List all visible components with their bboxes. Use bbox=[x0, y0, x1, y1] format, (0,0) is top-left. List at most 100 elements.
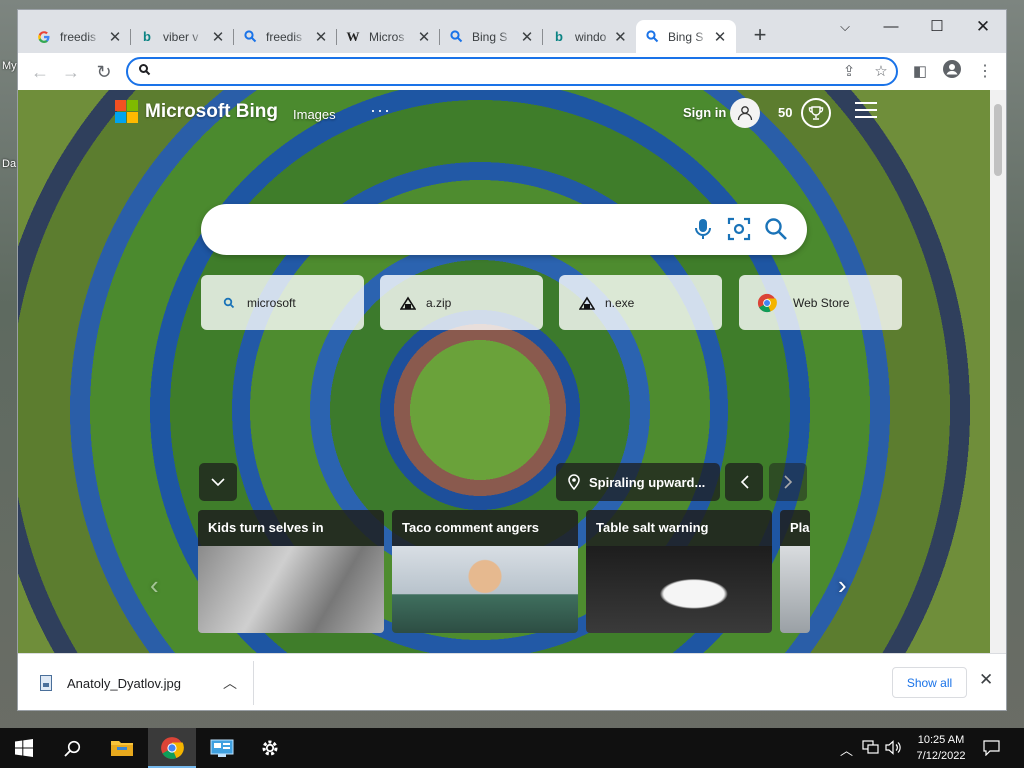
news-card[interactable]: Plan bbox=[780, 510, 810, 633]
browser-toolbar: ← → ↻ ⇪ ☆ ◧ ⋮ bbox=[18, 53, 1006, 90]
tab-active[interactable]: Bing S ✕ bbox=[636, 20, 736, 53]
collapse-feed-button[interactable] bbox=[199, 463, 237, 501]
desktop-icon-label[interactable]: Da bbox=[2, 158, 16, 170]
quick-link-tile[interactable]: n.exe bbox=[559, 275, 722, 330]
nav-more-button[interactable]: ··· bbox=[370, 100, 391, 121]
chrome-taskbar-button[interactable] bbox=[148, 728, 196, 768]
close-icon[interactable]: ✕ bbox=[107, 28, 123, 46]
close-icon[interactable]: ✕ bbox=[613, 28, 628, 46]
bing-search-box[interactable] bbox=[201, 204, 807, 255]
user-avatar-icon[interactable] bbox=[730, 98, 760, 128]
tile-label: microsoft bbox=[247, 295, 296, 310]
quick-link-tile[interactable]: Web Store bbox=[739, 275, 902, 330]
show-all-button[interactable]: Show all bbox=[892, 667, 967, 698]
close-icon[interactable]: ✕ bbox=[210, 28, 226, 46]
news-card[interactable]: Kids turn selves in bbox=[198, 510, 384, 633]
tab-4[interactable]: W Micros ✕ bbox=[337, 22, 440, 51]
file-icon bbox=[577, 293, 597, 313]
bing-icon: b bbox=[555, 29, 563, 44]
download-item[interactable]: Anatoly_Dyatlov.jpg ︿ bbox=[18, 661, 254, 705]
minimize-button[interactable]: — bbox=[868, 14, 914, 40]
reload-button[interactable]: ↻ bbox=[91, 59, 117, 85]
close-icon[interactable]: ✕ bbox=[313, 28, 329, 46]
share-icon[interactable]: ⇪ bbox=[840, 63, 858, 81]
visual-search-icon[interactable] bbox=[726, 216, 752, 242]
downloads-bar: Anatoly_Dyatlov.jpg ︿ Show all ✕ bbox=[18, 653, 1006, 710]
bing-icon: b bbox=[143, 29, 151, 44]
google-icon bbox=[36, 29, 52, 45]
close-icon[interactable]: ✕ bbox=[416, 28, 432, 46]
search-icon bbox=[63, 740, 80, 757]
microsoft-logo-icon bbox=[115, 100, 138, 123]
news-card[interactable]: Table salt warning bbox=[586, 510, 772, 633]
tab-1[interactable]: freedis ✕ bbox=[28, 22, 131, 51]
settings-button[interactable] bbox=[246, 728, 294, 768]
network-icon[interactable] bbox=[862, 740, 879, 758]
show-hidden-icons-chevron-icon[interactable]: ︿ bbox=[840, 740, 853, 759]
chrome-icon bbox=[757, 293, 777, 313]
image-file-icon bbox=[40, 675, 52, 691]
tab-title: freedis bbox=[60, 29, 97, 44]
search-icon bbox=[242, 29, 258, 45]
search-input[interactable] bbox=[221, 218, 681, 242]
image-title-text: Spiraling upward... bbox=[589, 474, 706, 490]
search-icon[interactable] bbox=[763, 216, 789, 242]
rewards-points[interactable]: 50 bbox=[778, 105, 792, 120]
nav-images-link[interactable]: Images bbox=[293, 107, 336, 122]
file-icon bbox=[398, 293, 418, 313]
new-tab-button[interactable]: + bbox=[748, 24, 772, 48]
close-window-button[interactable]: ✕ bbox=[960, 14, 1006, 40]
tab-2[interactable]: b viber v ✕ bbox=[131, 22, 234, 51]
quick-link-tile[interactable]: microsoft bbox=[201, 275, 364, 330]
news-next-arrow-icon[interactable]: › bbox=[838, 570, 847, 601]
menu-kebab-icon[interactable]: ⋮ bbox=[972, 59, 998, 85]
news-thumbnail bbox=[586, 546, 772, 633]
tab-3[interactable]: freedis ✕ bbox=[234, 22, 337, 51]
control-panel-button[interactable] bbox=[198, 728, 246, 768]
close-icon[interactable]: ✕ bbox=[519, 28, 535, 46]
tab-search-button[interactable]: ⌵ bbox=[822, 14, 868, 40]
previous-image-button[interactable] bbox=[725, 463, 763, 501]
scrollbar-thumb[interactable] bbox=[994, 104, 1002, 176]
close-icon[interactable]: ✕ bbox=[712, 28, 728, 46]
forward-button[interactable]: → bbox=[58, 59, 84, 85]
search-button[interactable] bbox=[48, 728, 96, 768]
gear-icon bbox=[262, 740, 278, 756]
close-icon[interactable]: ✕ bbox=[979, 670, 993, 690]
page-scrollbar[interactable] bbox=[990, 90, 1006, 653]
volume-icon[interactable] bbox=[885, 740, 902, 758]
rewards-trophy-icon[interactable] bbox=[801, 98, 831, 128]
quick-link-tile[interactable]: a.zip bbox=[380, 275, 543, 330]
side-panel-icon[interactable]: ◧ bbox=[907, 59, 933, 85]
maximize-button[interactable]: ☐ bbox=[914, 14, 960, 40]
windows-taskbar: ︿ 10:25 AM 7/12/2022 bbox=[0, 728, 1024, 768]
search-icon bbox=[139, 64, 151, 76]
microphone-icon[interactable] bbox=[690, 216, 716, 242]
file-explorer-button[interactable] bbox=[98, 728, 146, 768]
download-filename: Anatoly_Dyatlov.jpg bbox=[67, 675, 181, 691]
profile-avatar[interactable] bbox=[939, 59, 965, 85]
start-button[interactable] bbox=[0, 728, 48, 768]
news-thumbnail bbox=[392, 546, 578, 633]
chrome-icon bbox=[161, 737, 184, 759]
tab-6[interactable]: b windo ✕ bbox=[543, 22, 636, 51]
bing-logo[interactable]: Microsoft Bing bbox=[115, 100, 278, 123]
news-title: Taco comment angers bbox=[392, 510, 578, 546]
action-center-icon[interactable] bbox=[983, 740, 1000, 759]
news-prev-arrow-icon[interactable]: ‹ bbox=[150, 570, 159, 601]
tab-5[interactable]: Bing S ✕ bbox=[440, 22, 543, 51]
news-card[interactable]: Taco comment angers bbox=[392, 510, 578, 633]
signin-link[interactable]: Sign in bbox=[683, 105, 726, 120]
back-button[interactable]: ← bbox=[27, 59, 53, 85]
news-thumbnail bbox=[198, 546, 384, 633]
image-of-the-day-title[interactable]: Spiraling upward... bbox=[556, 463, 720, 501]
bookmark-star-icon[interactable]: ☆ bbox=[872, 63, 890, 81]
desktop-icon-label[interactable]: My bbox=[2, 60, 17, 72]
wikipedia-icon: W bbox=[346, 28, 360, 44]
address-bar[interactable]: ⇪ ☆ bbox=[126, 57, 898, 86]
clock[interactable]: 10:25 AM 7/12/2022 bbox=[906, 732, 976, 764]
hamburger-menu-icon[interactable] bbox=[855, 102, 877, 120]
chevron-up-icon[interactable]: ︿ bbox=[223, 673, 237, 693]
bing-brand-text: Microsoft Bing bbox=[145, 100, 278, 122]
next-image-button[interactable] bbox=[769, 463, 807, 501]
